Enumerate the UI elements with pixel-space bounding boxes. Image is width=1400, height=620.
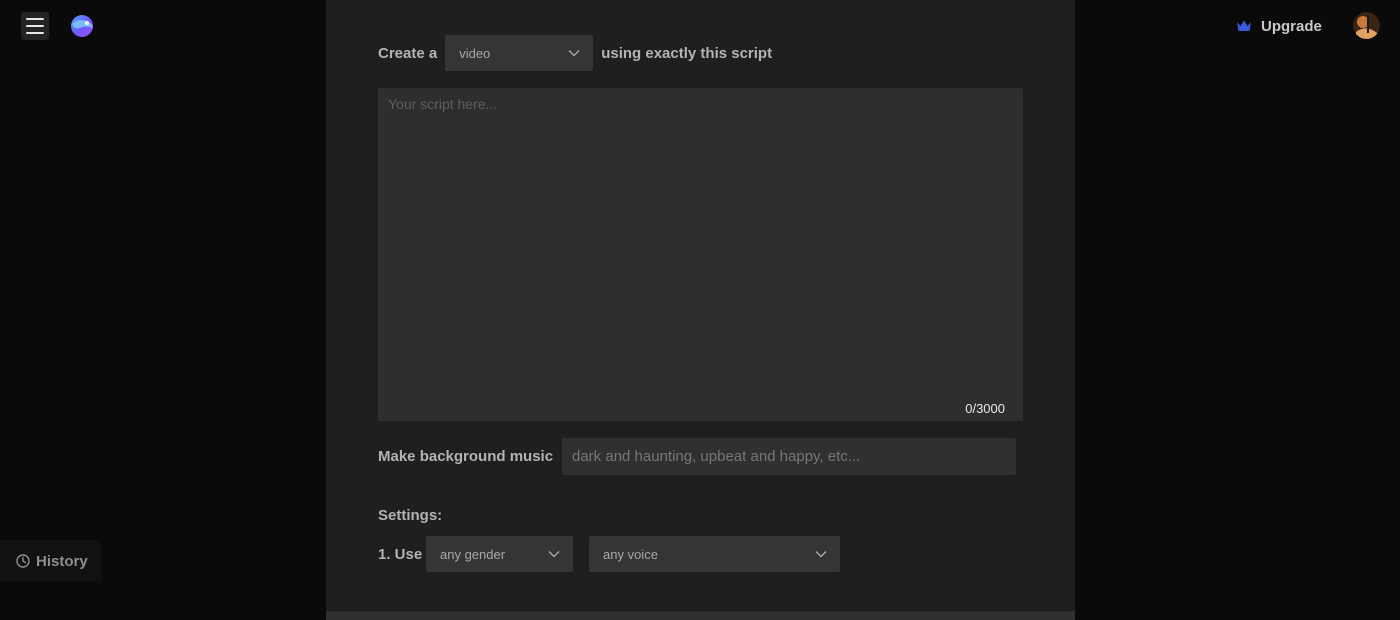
history-button[interactable]: History [0,540,102,582]
script-char-counter: 0/3000 [965,401,1005,416]
upgrade-button[interactable]: Upgrade [1236,16,1322,36]
create-row: Create a video using exactly this script [378,35,772,71]
media-type-value: video [459,45,491,61]
chevron-down-icon [548,551,560,558]
script-form-panel: Create a video using exactly this script… [326,0,1075,611]
script-placeholder: Your script here... [388,96,498,112]
crown-icon [1237,20,1251,31]
menu-line [26,32,44,34]
media-type-select[interactable]: video [445,35,594,71]
voice-value: any voice [603,546,658,562]
chevron-down-icon [568,50,580,57]
music-placeholder: dark and haunting, upbeat and happy, etc… [572,448,861,465]
create-suffix-label: using exactly this script [601,44,773,62]
hamburger-menu-button[interactable] [21,12,49,40]
upgrade-label: Upgrade [1261,17,1322,35]
menu-line [26,25,44,27]
clock-icon [16,554,30,568]
panel-footer-bar [326,611,1075,620]
app-logo-icon[interactable] [68,12,96,40]
gender-value: any gender [440,546,506,562]
chevron-down-icon [815,551,827,558]
history-label: History [36,552,88,570]
voice-select[interactable]: any voice [589,536,840,572]
music-input[interactable]: dark and haunting, upbeat and happy, etc… [562,438,1016,475]
script-textarea[interactable]: Your script here... 0/3000 [378,88,1023,421]
music-label: Make background music [378,448,554,465]
gender-select[interactable]: any gender [426,536,573,572]
menu-line [26,18,44,20]
user-avatar-icon[interactable] [1353,12,1380,39]
use-label: 1. Use [378,546,423,563]
create-prefix-label: Create a [378,44,438,62]
settings-label: Settings: [378,507,443,524]
